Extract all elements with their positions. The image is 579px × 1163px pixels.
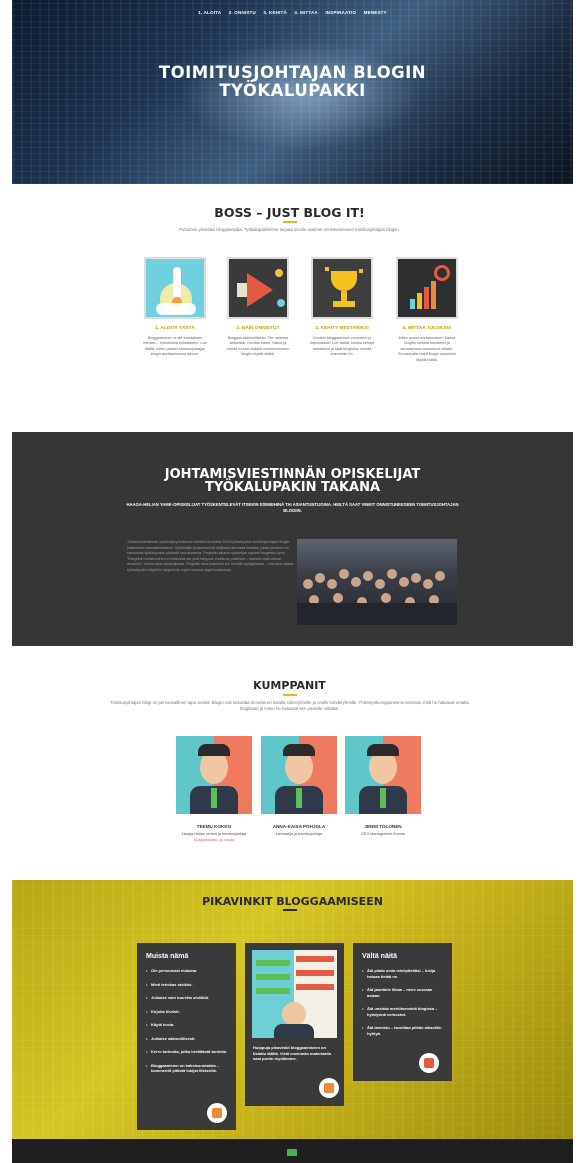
remember-item: Bloggaaminen on kaksisuuntaista – kommen…	[146, 1063, 227, 1074]
remember-item: Julkaise vain tuoretta sisältöä.	[146, 995, 227, 1001]
mail-icon[interactable]	[287, 1149, 297, 1156]
tips-section: PIKAVINKIT BLOGGAAMISEEN Muista nämä Ole…	[12, 880, 573, 1139]
nav-item-kehita[interactable]: 3. KEHITÄ	[263, 10, 287, 15]
middle-card: Huippuja pikavinkit bloggaamiseen on lis…	[245, 943, 344, 1106]
tips-title-underline	[283, 909, 297, 911]
remember-item: Kirjoita tiiviisti.	[146, 1009, 227, 1015]
avoid-item: Älä pilata omia mielipiteitäsi – lukija …	[362, 968, 443, 979]
boss-title: BOSS – JUST BLOG IT!	[214, 205, 365, 220]
tool-title[interactable]: 3. KEHITY MESTARIKSI	[306, 326, 378, 331]
thumbs-up-icon	[319, 1078, 339, 1098]
footer	[12, 1139, 573, 1163]
boss-title-underline	[283, 221, 297, 223]
partners-title: KUMPPANIT	[253, 679, 326, 692]
nav-item-mittaa[interactable]: 4. MITTAA	[294, 10, 317, 15]
partner-name[interactable]: TEEMU KOKKO	[169, 824, 259, 829]
megaphone-icon[interactable]	[227, 257, 289, 319]
tool-mittaa[interactable]: 4. MITTAA TULOKSIA Miten arvioit onnistu…	[391, 257, 463, 363]
tool-description: Bloggaaminen ei ole sosiaalisen median –…	[143, 336, 207, 357]
students-text: Johtamisviestinnän opiskelijaryhmämme ke…	[127, 540, 294, 572]
students-subtitle: HAAGA-HELIAN YAMK-OPISKELIJAT TYÖSKENTEL…	[126, 502, 459, 513]
remember-item: Käytä kuvia.	[146, 1022, 227, 1028]
rocket-icon[interactable]	[144, 257, 206, 319]
students-title: JOHTAMISVIESTINNÄN OPISKELIJAT TYÖKALUPA…	[12, 468, 573, 494]
partner-avatar-3	[345, 736, 421, 814]
thumbs-down-icon	[419, 1053, 439, 1073]
students-section: JOHTAMISVIESTINNÄN OPISKELIJAT TYÖKALUPA…	[12, 432, 573, 646]
remember-list: Ole persoonasi mukana. Mieti tehokas ots…	[146, 968, 227, 1074]
remember-card: Muista nämä Ole persoonasi mukana. Mieti…	[137, 943, 236, 1130]
remember-item: Ole persoonasi mukana.	[146, 968, 227, 974]
hero-title: TOIMITUSJOHTAJAN BLOGIN TYÖKALUPAKKI	[12, 64, 573, 100]
tool-onnistu[interactable]: 2. NÄIN ONNISTUT Bloggaa säännöllisesti.…	[222, 257, 294, 358]
avoid-item: Älä jaarittele liikaa – nene suoraan asi…	[362, 987, 443, 998]
middle-card-text: Huippuja pikavinkit bloggaamiseen on lis…	[253, 1045, 331, 1061]
remember-item: Mieti tehokas otsikko.	[146, 982, 227, 988]
tool-description: Miten arvioit onnistumista? Kaava blogil…	[397, 336, 457, 362]
tool-title[interactable]: 2. NÄIN ONNISTUT	[222, 326, 294, 331]
thumbs-up-icon	[207, 1103, 227, 1123]
avoid-card: Vältä näitä Älä pilata omia mielipiteitä…	[353, 943, 452, 1081]
hero-title-line2: TYÖKALUPAKKI	[219, 81, 366, 100]
nav-item-aloita[interactable]: 1. ALOITA	[198, 10, 221, 15]
group-photo	[297, 539, 457, 625]
partner-avatar-2	[261, 736, 337, 814]
tool-description: Bloggaa säännöllisesti. Tee rakenne selk…	[226, 336, 290, 357]
hero-banner: 1. ALOITA 2. ONNISTU 3. KEHITÄ 4. MITTAA…	[12, 0, 573, 184]
partners-subtitle: Toimitusjohtajan blogi on persoonallinen…	[110, 700, 469, 711]
remember-item: Julkaise säännöllisesti.	[146, 1036, 227, 1042]
avoid-list: Älä pilata omia mielipiteitäsi – lukija …	[362, 968, 443, 1036]
partner-name[interactable]: ANNA-KAISA POHJOLA	[254, 824, 344, 829]
boss-subtitle: Puhuttele yleisöäsi bloggaamalla. Työkal…	[179, 227, 400, 232]
thumbs-illustration	[252, 950, 337, 1038]
students-title-line2: TYÖKALUPAKIN TAKANA	[204, 480, 381, 495]
remember-item: Kerro tarinoita, jotka herättävät tuntei…	[146, 1049, 227, 1055]
chart-icon[interactable]	[396, 257, 458, 319]
avoid-item: Älä unohda merkitsemistä blogissa – hyöd…	[362, 1006, 443, 1017]
avoid-title: Vältä näitä	[362, 953, 398, 960]
partner-role: CEO Management Events	[360, 832, 406, 836]
avoid-item: Älä lannistu – tavoittaa pitkän aikaväli…	[362, 1025, 443, 1036]
remember-title: Muista nämä	[146, 953, 189, 960]
nav-item-menesty[interactable]: MENESTY	[364, 10, 387, 15]
hero-title-line1: TOIMITUSJOHTAJAN BLOGIN	[158, 63, 427, 82]
tool-kehity[interactable]: 3. KEHITY MESTARIKSI Onnistu bloggaamise…	[306, 257, 378, 358]
tool-title[interactable]: 4. MITTAA TULOKSIA	[391, 326, 463, 331]
tips-title: PIKAVINKIT BLOGGAAMISEEN	[202, 895, 383, 908]
trophy-icon[interactable]	[311, 257, 373, 319]
nav-item-onnistu[interactable]: 2. ONNISTU	[229, 10, 256, 15]
partner-tag[interactable]: #Digitalisaatio, ja muuta	[164, 838, 264, 842]
tool-title[interactable]: 1. ALOITA TÄSTÄ	[139, 326, 211, 331]
tool-aloita[interactable]: 1. ALOITA TÄSTÄ Bloggaaminen ei ole sosi…	[139, 257, 211, 358]
partner-avatar-1	[176, 736, 252, 814]
partner-name[interactable]: JENNI TOLONEN	[338, 824, 428, 829]
tool-description: Onnistu bloggaamisen perusteet jo hallin…	[310, 336, 374, 357]
top-nav: 1. ALOITA 2. ONNISTU 3. KEHITÄ 4. MITTAA…	[12, 10, 573, 15]
partners-title-underline	[283, 694, 297, 696]
nav-item-inspiraatio[interactable]: INSPIRAATIO	[325, 10, 356, 15]
